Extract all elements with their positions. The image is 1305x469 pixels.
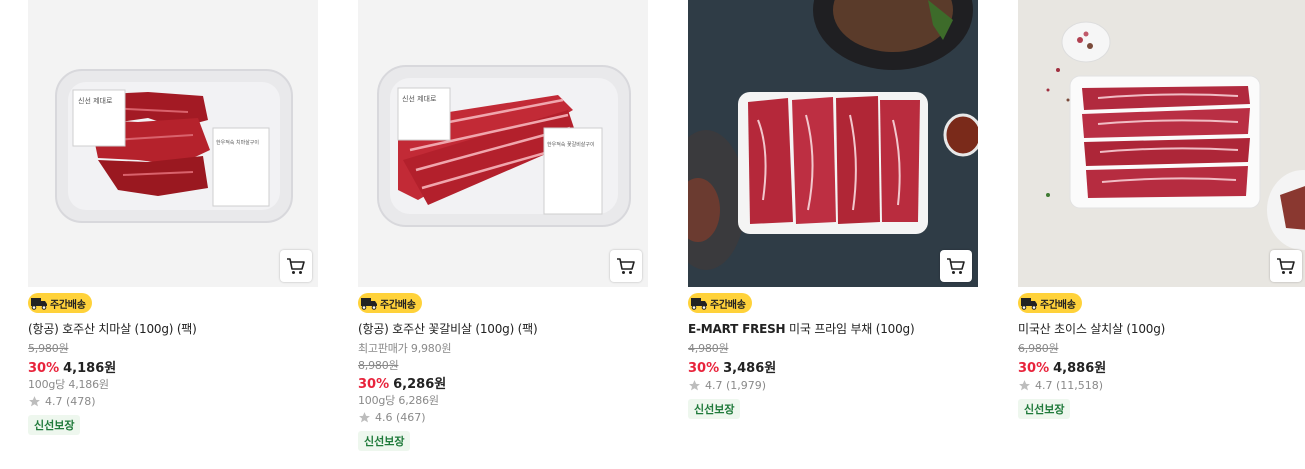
fresh-guarantee-tag: 신선보장 — [1018, 399, 1071, 419]
rating: 4.7 (11,518) — [1018, 379, 1103, 392]
price-row: 30% 6,286원 — [358, 373, 446, 392]
truck-icon — [31, 298, 47, 310]
sale-price: 6,286원 — [393, 377, 447, 392]
sale-price: 3,486원 — [723, 361, 777, 376]
star-icon — [359, 412, 370, 423]
product-name: 미국 프라임 부채 (100g) — [785, 322, 915, 336]
unit-price: 100g당 6,286원 — [358, 394, 439, 407]
product-title[interactable]: 미국산 초이스 살치살 (100g) — [1018, 320, 1165, 337]
fresh-guarantee-tag: 신선보장 — [358, 431, 411, 451]
product-title[interactable]: E-MART FRESH 미국 프라임 부채 (100g) — [688, 320, 915, 337]
original-price: 6,980원 — [1018, 342, 1059, 355]
badge-label: 주간배송 — [380, 299, 416, 311]
meat-tray-photo: 신선 제대로 한우적숙 치마살구이 — [28, 0, 318, 287]
badge-label: 주간배송 — [50, 299, 86, 311]
brand-name: E-MART FRESH — [688, 322, 786, 336]
truck-icon — [361, 298, 377, 310]
tray-label-text: 신선 제대로 — [402, 94, 437, 103]
add-to-cart-button[interactable] — [1270, 250, 1302, 282]
price-row: 30% 4,186원 — [28, 357, 116, 376]
discount-rate: 30% — [1018, 361, 1050, 376]
badge-label: 주간배송 — [710, 299, 746, 311]
rating-text: 4.7 (1,979) — [705, 379, 767, 392]
product-list: 신선 제대로 한우적숙 치마살구이 주간배송 (항공) 호주산 치마살 (100… — [0, 0, 1305, 469]
cart-icon — [617, 258, 635, 274]
rating-text: 4.7 (11,518) — [1035, 379, 1104, 392]
product-card[interactable]: 주간배송 미국산 초이스 살치살 (100g) 6,980원 30% 4,886원… — [1018, 0, 1305, 419]
rating: 4.7 (478) — [28, 395, 96, 408]
add-to-cart-button[interactable] — [610, 250, 642, 282]
product-image[interactable]: 신선 제대로 한우적숙 꽃갈비살구이 — [358, 0, 648, 287]
price-row: 30% 3,486원 — [688, 357, 776, 376]
badge-label: 주간배송 — [1040, 299, 1076, 311]
tray-label-text: 한우적숙 치마살구이 — [216, 139, 259, 146]
best-price: 최고판매가 9,980원 — [358, 342, 452, 355]
meat-tray-photo: 신선 제대로 한우적숙 꽃갈비살구이 — [358, 0, 648, 287]
discount-rate: 30% — [688, 361, 720, 376]
rating: 4.6 (467) — [358, 411, 426, 424]
discount-rate: 30% — [358, 377, 390, 392]
product-card[interactable]: 신선 제대로 한우적숙 치마살구이 주간배송 (항공) 호주산 치마살 (100… — [28, 0, 318, 435]
star-icon — [689, 380, 700, 391]
product-image[interactable] — [1018, 0, 1305, 287]
truck-icon — [691, 298, 707, 310]
rating-text: 4.7 (478) — [45, 395, 96, 408]
product-title[interactable]: (항공) 호주산 치마살 (100g) (팩) — [28, 320, 197, 337]
product-title[interactable]: (항공) 호주산 꽃갈비살 (100g) (팩) — [358, 320, 538, 337]
cart-icon — [947, 258, 965, 274]
product-image[interactable] — [688, 0, 978, 287]
star-icon — [1019, 380, 1030, 391]
truck-icon — [1021, 298, 1037, 310]
weekly-delivery-badge: 주간배송 — [688, 293, 752, 313]
rating-text: 4.6 (467) — [375, 411, 426, 424]
price-row: 30% 4,886원 — [1018, 357, 1106, 376]
original-price: 5,980원 — [28, 342, 69, 355]
product-card[interactable]: 신선 제대로 한우적숙 꽃갈비살구이 주간배송 (항공) 호주산 꽃갈비살 (1… — [358, 0, 648, 451]
weekly-delivery-badge: 주간배송 — [358, 293, 422, 313]
fresh-guarantee-tag: 신선보장 — [688, 399, 741, 419]
add-to-cart-button[interactable] — [940, 250, 972, 282]
star-icon — [29, 396, 40, 407]
discount-rate: 30% — [28, 361, 60, 376]
product-card[interactable]: 주간배송 E-MART FRESH 미국 프라임 부채 (100g) 4,980… — [688, 0, 978, 419]
fresh-guarantee-tag: 신선보장 — [28, 415, 81, 435]
cart-icon — [1277, 258, 1295, 274]
unit-price: 100g당 4,186원 — [28, 378, 109, 391]
cart-icon — [287, 258, 305, 274]
original-price: 4,980원 — [688, 342, 729, 355]
rating: 4.7 (1,979) — [688, 379, 766, 392]
original-price: 8,980원 — [358, 359, 399, 372]
meat-plate-photo — [688, 0, 978, 287]
weekly-delivery-badge: 주간배송 — [1018, 293, 1082, 313]
sale-price: 4,186원 — [63, 361, 117, 376]
meat-plate-photo — [1018, 0, 1305, 287]
tray-label-text: 한우적숙 꽃갈비살구이 — [547, 141, 595, 148]
weekly-delivery-badge: 주간배송 — [28, 293, 92, 313]
sale-price: 4,886원 — [1053, 361, 1107, 376]
product-image[interactable]: 신선 제대로 한우적숙 치마살구이 — [28, 0, 318, 287]
tray-label-text: 신선 제대로 — [78, 96, 113, 105]
add-to-cart-button[interactable] — [280, 250, 312, 282]
